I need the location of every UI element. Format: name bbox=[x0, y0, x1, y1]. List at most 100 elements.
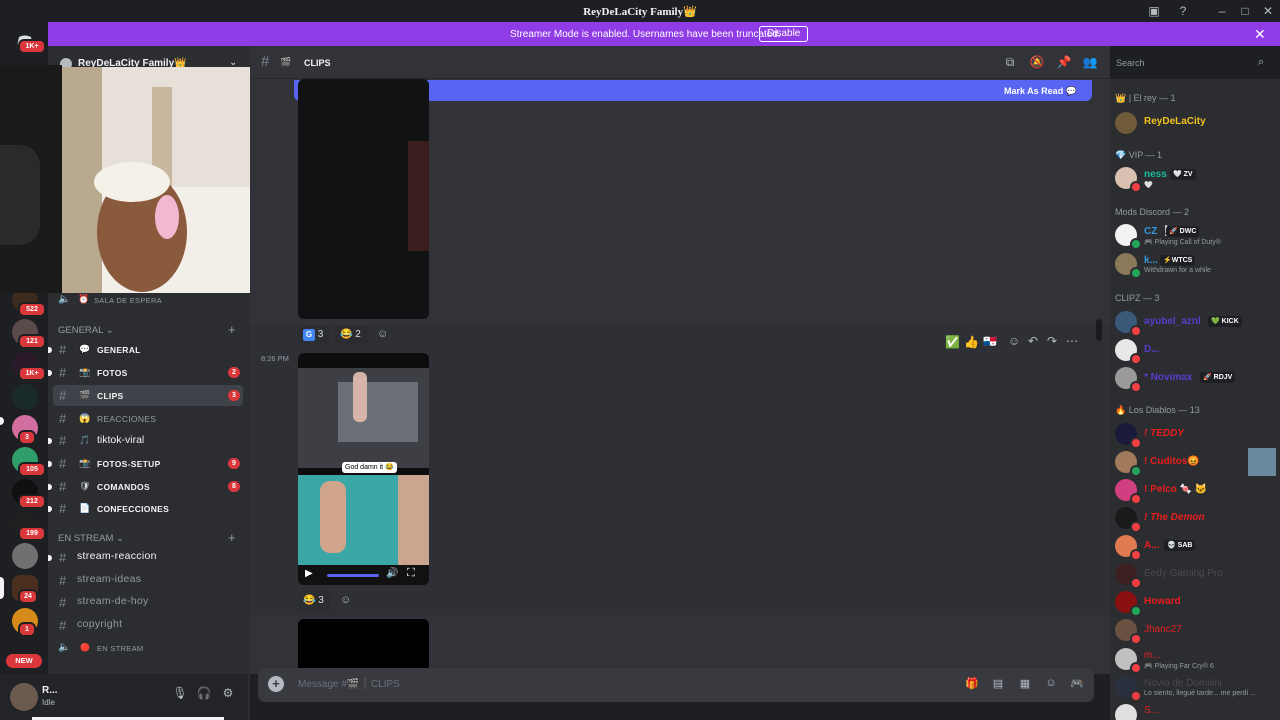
channel-reacciones[interactable]: # 😱 REACCIONES bbox=[53, 408, 243, 429]
channel-confecciones[interactable]: # 📄 CONFECCIONES bbox=[48, 498, 243, 519]
threads-icon[interactable]: ⧉ bbox=[1002, 55, 1018, 71]
channel-general[interactable]: # 💬 GENERAL bbox=[48, 339, 243, 360]
channel-fotos[interactable]: # 📸 FOTOS 2 bbox=[48, 362, 243, 383]
inbox-icon[interactable]: ▣ bbox=[1146, 3, 1162, 19]
add-channel-icon[interactable]: + bbox=[228, 322, 236, 337]
voice-channel-en-stream[interactable]: 🔈 🔴 EN STREAM bbox=[53, 638, 243, 659]
channel-stream-ideas[interactable]: # stream-ideas bbox=[53, 570, 243, 591]
video-frame-top bbox=[298, 368, 429, 468]
channel-comandos[interactable]: # 🛡 COMANDOS 8 bbox=[48, 476, 243, 497]
chat-scrollbar[interactable] bbox=[1096, 319, 1102, 341]
member-row[interactable]: A... 💀 SAB bbox=[1114, 532, 1276, 561]
member-name: Howard bbox=[1144, 596, 1181, 607]
video-attachment[interactable] bbox=[298, 619, 429, 674]
volume-slider[interactable] bbox=[327, 574, 379, 577]
member-row[interactable]: ! The Demon bbox=[1114, 504, 1276, 533]
channel-sala-de-espera[interactable]: SALA DE ESPERA bbox=[94, 296, 162, 305]
member-list-icon[interactable]: 👥 bbox=[1082, 55, 1098, 71]
reaction[interactable]: 😂 2 bbox=[335, 325, 369, 345]
status-indicator bbox=[1130, 181, 1142, 193]
play-icon[interactable]: ▶ bbox=[305, 568, 313, 579]
member-activity: 🎮 Playing Call of Duty® bbox=[1144, 239, 1221, 246]
server-icon[interactable] bbox=[12, 543, 38, 569]
reaction[interactable]: 😂 3 bbox=[298, 591, 330, 611]
forward-icon[interactable]: ↷ bbox=[1047, 334, 1057, 348]
member-row[interactable]: S... bbox=[1114, 701, 1276, 720]
channel-tiktok-viral[interactable]: # 🎵 tiktok-viral bbox=[48, 430, 243, 451]
headphones-icon[interactable]: 🎧 bbox=[196, 686, 212, 702]
channel-emoji: 💬 bbox=[79, 344, 91, 354]
quick-reaction[interactable]: 👍 bbox=[964, 335, 979, 349]
minimize-icon[interactable]: – bbox=[1214, 3, 1230, 19]
video-attachment[interactable]: God damn it 😂 ▶ 🔊 ⛶ bbox=[298, 353, 429, 585]
avatar[interactable] bbox=[10, 683, 38, 711]
voice-icon: 🔈 bbox=[58, 642, 71, 653]
member-row[interactable]: Novio de Domiiini Lo siento, llegué tard… bbox=[1114, 673, 1276, 702]
mention-badge: 3 bbox=[228, 390, 240, 401]
category-en-stream[interactable]: EN STREAM ⌄ bbox=[58, 533, 124, 544]
add-reaction-icon[interactable]: ☺ bbox=[340, 594, 351, 606]
reaction[interactable]: G 3 bbox=[298, 325, 330, 345]
activity-icon[interactable]: 🎮 bbox=[1069, 677, 1085, 693]
channel-copyright[interactable]: # copyright bbox=[53, 615, 243, 636]
member-row[interactable]: k... ⚡WTCS Withdrawn for a while bbox=[1114, 250, 1276, 279]
reply-icon[interactable]: ↶ bbox=[1028, 334, 1038, 348]
disable-streamer-mode-button[interactable]: Disable bbox=[759, 26, 809, 42]
server-badge: 1K+ bbox=[18, 39, 46, 54]
close-window-icon[interactable]: ✕ bbox=[1260, 3, 1276, 19]
more-icon[interactable]: ⋯ bbox=[1066, 334, 1078, 348]
member-activity: Lo siento, llegué tarde... me perdí ... bbox=[1144, 690, 1257, 697]
category-general[interactable]: GENERAL ⌄ bbox=[58, 325, 114, 336]
member-row[interactable]: m... 🎮 Playing Far Cry® 6 bbox=[1114, 645, 1276, 674]
channel-clips[interactable]: # 🎬 CLIPS 3 bbox=[53, 385, 243, 406]
channel-stream-reaccion[interactable]: # stream-reaccion bbox=[48, 547, 243, 568]
user-name[interactable]: R... bbox=[42, 685, 58, 696]
add-channel-icon[interactable]: + bbox=[228, 530, 236, 545]
channel-fotos-setup[interactable]: # 📸 FOTOS-SETUP 9 bbox=[48, 453, 243, 474]
new-badge[interactable]: NEW bbox=[6, 654, 42, 668]
emoji-icon[interactable]: ☺ bbox=[1043, 677, 1059, 693]
maximize-icon[interactable]: □ bbox=[1237, 3, 1253, 19]
fullscreen-icon[interactable]: ⛶ bbox=[407, 567, 415, 580]
selected-pill bbox=[0, 577, 4, 599]
video-attachment[interactable] bbox=[298, 79, 429, 319]
notification-bell-icon[interactable]: 🔕 bbox=[1029, 55, 1045, 71]
member-row[interactable]: Howard bbox=[1114, 588, 1276, 617]
member-row[interactable]: ! Pelco 🍬 🐱 bbox=[1114, 476, 1276, 505]
search-input[interactable]: Search ⌕ bbox=[1110, 54, 1274, 72]
member-row[interactable]: CZ ❕ 🚀 DWC 🎮 Playing Call of Duty® bbox=[1114, 221, 1276, 250]
close-icon[interactable]: ✕ bbox=[1254, 26, 1266, 43]
member-row[interactable]: Jhanc27 bbox=[1114, 616, 1276, 645]
member-row[interactable]: D... bbox=[1114, 336, 1276, 365]
member-row[interactable]: ayubel_aznl 💚 KICK bbox=[1114, 308, 1276, 337]
mark-as-read-button[interactable]: Mark As Read 💬 bbox=[1004, 86, 1077, 97]
member-row[interactable]: ! Cuditos😡 bbox=[1114, 448, 1276, 477]
member-row[interactable]: ReyDeLaCity bbox=[1114, 109, 1276, 137]
message-input-placeholder: Message #🎬 ┆ CLIPS bbox=[298, 679, 400, 690]
member-tag: 🚀 DWC bbox=[1166, 226, 1200, 237]
add-reaction-icon[interactable]: ☺ bbox=[1008, 334, 1020, 348]
status-indicator bbox=[1130, 381, 1142, 393]
reaction-count: 3 bbox=[318, 595, 324, 606]
quick-reaction[interactable]: ✅ bbox=[945, 335, 960, 349]
message-composer[interactable]: + Message #🎬 ┆ CLIPS 🎁 ▤ ▦ ☺ 🎮 bbox=[258, 668, 1094, 702]
gear-icon[interactable]: ⚙ bbox=[220, 686, 236, 702]
gif-icon[interactable]: ▤ bbox=[990, 677, 1006, 693]
sticker-icon[interactable]: ▦ bbox=[1017, 677, 1033, 693]
member-row[interactable]: ! TEDDY bbox=[1114, 420, 1276, 449]
channel-stream-de-hoy[interactable]: # stream-de-hoy bbox=[53, 592, 243, 613]
attach-plus-icon[interactable]: + bbox=[268, 676, 284, 692]
member-row[interactable]: * Novimax 🚀 RDJV bbox=[1114, 364, 1276, 393]
server-icon[interactable] bbox=[12, 384, 38, 410]
unread-pill bbox=[0, 417, 4, 425]
member-row[interactable]: Eedy Gaming Pro bbox=[1114, 560, 1276, 589]
quick-reaction[interactable]: 🇵🇦 bbox=[983, 335, 997, 348]
member-row[interactable]: ness 🤍 ZV 🤍 bbox=[1114, 164, 1276, 193]
mention-badge: 2 bbox=[228, 367, 240, 378]
help-icon[interactable]: ? bbox=[1175, 3, 1191, 19]
microphone-icon[interactable]: 🎙 bbox=[172, 686, 188, 702]
volume-icon[interactable]: 🔊 bbox=[386, 568, 398, 579]
add-reaction-icon[interactable]: ☺ bbox=[377, 328, 388, 340]
gift-icon[interactable]: 🎁 bbox=[964, 677, 980, 693]
pin-icon[interactable]: 📌 bbox=[1056, 55, 1072, 71]
